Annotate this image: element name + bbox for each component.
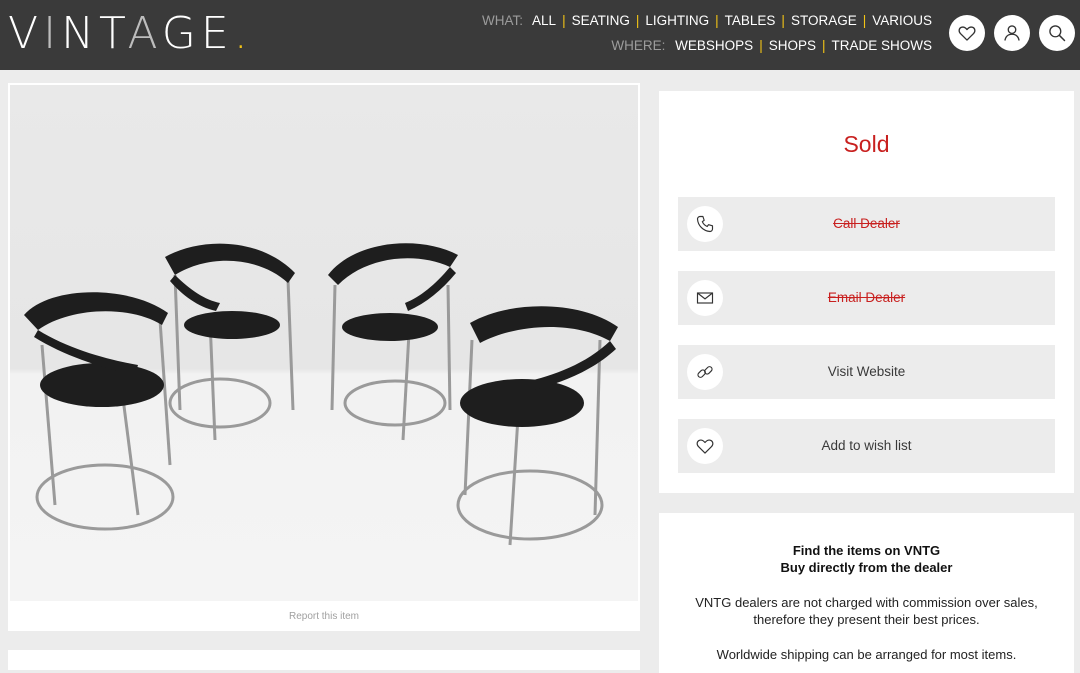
email-dealer-button[interactable]: Email Dealer <box>678 271 1055 325</box>
add-to-wishlist-label: Add to wish list <box>821 438 912 453</box>
info-text-line: VNTG dealers are not charged with commis… <box>695 595 1038 610</box>
user-icon <box>1004 25 1020 41</box>
nav-item-all[interactable]: ALL <box>532 13 556 28</box>
site-header: VINTAGE. WHAT: ALL | SEATING | LIGHTING | TABL… <box>0 0 1080 70</box>
site-logo[interactable]: VINTAGE. <box>8 8 253 60</box>
search-icon <box>1049 25 1066 42</box>
call-dealer-label: Call Dealer <box>833 216 900 231</box>
email-dealer-label: Email Dealer <box>827 290 906 305</box>
account-button[interactable] <box>994 15 1030 51</box>
favorites-button[interactable] <box>949 15 985 51</box>
nav-item-storage[interactable]: STORAGE <box>791 13 857 28</box>
nav-item-seating[interactable]: SEATING <box>572 13 630 28</box>
item-details-card <box>8 650 640 670</box>
search-button[interactable] <box>1039 15 1075 51</box>
nav-item-trade-shows[interactable]: TRADE SHOWS <box>831 38 932 53</box>
info-text-line: therefore they present their best prices… <box>753 612 980 627</box>
nav-where-label: WHERE: <box>611 38 666 53</box>
nav-item-tables[interactable]: TABLES <box>725 13 776 28</box>
vntg-info-card: Find the items on VNTG Buy directly from… <box>659 513 1074 673</box>
visit-website-button[interactable]: Visit Website <box>678 345 1055 399</box>
report-item-link[interactable]: Report this item <box>8 611 640 622</box>
nav-where: WHERE: WEBSHOPS | SHOPS | TRADE SHOWS <box>611 38 932 53</box>
nav-item-webshops[interactable]: WEBSHOPS <box>675 38 753 53</box>
nav-what: WHAT: ALL | SEATING | LIGHTING | TABLES | STORAG… <box>482 13 932 28</box>
call-dealer-button[interactable]: Call Dealer <box>678 197 1055 251</box>
nav-item-shops[interactable]: SHOPS <box>769 38 816 53</box>
add-to-wishlist-button[interactable]: Add to wish list <box>678 419 1055 473</box>
item-image-card: Report this item <box>8 83 640 631</box>
visit-website-label: Visit Website <box>827 364 906 379</box>
nav-item-various[interactable]: VARIOUS <box>872 13 932 28</box>
info-shipping-text: Worldwide shipping can be arranged for m… <box>716 647 1017 662</box>
dealer-panel: Sold Call Dealer Email Dealer Visit Webs… <box>659 91 1074 493</box>
chairs-illustration <box>24 243 618 546</box>
info-title: Find the items on VNTG <box>792 543 941 558</box>
heart-icon <box>958 26 976 41</box>
item-photo[interactable] <box>10 85 638 601</box>
nav-item-lighting[interactable]: LIGHTING <box>645 13 709 28</box>
nav-what-label: WHAT: <box>482 13 524 28</box>
info-subtitle: Buy directly from the dealer <box>780 560 953 575</box>
status-sold: Sold <box>843 131 890 157</box>
